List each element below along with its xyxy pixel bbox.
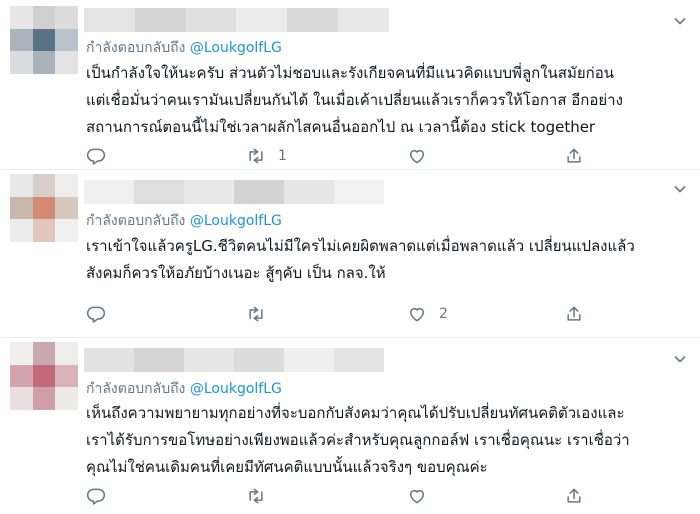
reply-tweet[interactable]: กำลังตอบกลับถึง @LoukgolfLG เห็นถึงความพ…	[0, 338, 700, 514]
share-button[interactable]	[564, 145, 584, 167]
like-button[interactable]	[407, 145, 439, 167]
avatar-pixel	[32, 174, 56, 197]
retweet-icon	[249, 306, 263, 322]
share-icon	[567, 306, 581, 321]
avatar-pixel	[55, 6, 78, 29]
avatar[interactable]	[10, 6, 78, 74]
avatar-pixel	[10, 364, 33, 388]
avatar-pixel	[10, 174, 33, 197]
tweet-text-line: เห็นถึงความพยายามทุกอย่างที่จะบอกกับสังค…	[86, 404, 625, 422]
tweet-text-line: เราได้รับการขอโทษอย่างเพียงพอแล้วค่ะสำหร…	[86, 431, 630, 449]
blurred-username[interactable]	[84, 8, 389, 32]
avatar[interactable]	[10, 174, 78, 242]
chevron-down-icon[interactable]	[674, 180, 686, 193]
share-icon	[567, 148, 581, 163]
replying-prefix: กำลังตอบกลับถึง	[86, 40, 186, 56]
chevron-down-icon[interactable]	[674, 350, 686, 363]
retweet-count: 1	[278, 148, 287, 164]
avatar-pixel	[10, 196, 33, 220]
tweet-text-line: สังคมก็ควรให้อภัยบ้างเนอะ สู้ๆคับ เป็น ก…	[86, 264, 386, 282]
avatar-pixel	[55, 28, 78, 52]
mention-link[interactable]: @LoukgolfLG	[190, 381, 282, 397]
tweet-actions	[86, 485, 596, 507]
avatar-pixel	[55, 342, 78, 365]
avatar-pixel	[55, 174, 78, 197]
share-icon	[567, 488, 581, 503]
avatar-pixel	[32, 387, 56, 410]
tweet-text-line: สถานการณ์ตอนนี้ไม่ใช่เวลาผลักไสคนอื่นออก…	[86, 118, 596, 136]
like-count: 2	[439, 306, 448, 322]
chevron-down-icon[interactable]	[674, 12, 686, 25]
avatar-pixel	[32, 219, 56, 242]
avatar-pixel	[32, 28, 56, 52]
tweet-text-line: คุณไม่ใช่คนเดิมคนที่เคยมีทัศนคติแบบนั้นแ…	[86, 458, 488, 476]
mention-link[interactable]: @LoukgolfLG	[190, 40, 282, 56]
like-button[interactable]: 2	[407, 303, 448, 325]
mention-link[interactable]: @LoukgolfLG	[190, 213, 282, 229]
avatar-pixel	[32, 364, 56, 388]
tweet-text: เราเข้าใจแล้วครูLG.ชีวิตคนไม่มีใครไม่เคย…	[86, 233, 680, 287]
reply-icon	[86, 306, 106, 323]
share-button[interactable]	[564, 303, 584, 325]
avatar-pixel	[55, 387, 78, 410]
reply-button[interactable]	[86, 145, 106, 167]
avatar-pixel	[10, 342, 33, 365]
avatar-pixel	[10, 387, 33, 410]
tweet-actions: 2	[86, 303, 596, 325]
avatar[interactable]	[10, 342, 78, 410]
heart-icon	[410, 308, 424, 322]
like-button[interactable]	[407, 485, 439, 507]
avatar-pixel	[32, 196, 56, 220]
share-button[interactable]	[564, 485, 584, 507]
replying-prefix: กำลังตอบกลับถึง	[86, 213, 186, 229]
reply-button[interactable]	[86, 485, 106, 507]
reply-icon	[86, 148, 106, 165]
avatar-pixel	[55, 364, 78, 388]
reply-feed: กำลังตอบกลับถึง @LoukgolfLG เป็นกำลังใจใ…	[0, 0, 700, 514]
retweet-icon	[249, 488, 263, 504]
tweet-text: เป็นกำลังใจให้นะครับ ส่วนตัวไม่ชอบและรัง…	[86, 60, 680, 141]
heart-icon	[410, 150, 424, 164]
tweet-text-line: แต่เชื่อมั่นว่าคนเรามันเปลี่ยนกันได้ ในเ…	[86, 91, 623, 109]
reply-icon	[86, 488, 106, 505]
replying-prefix: กำลังตอบกลับถึง	[86, 381, 186, 397]
replying-to: กำลังตอบกลับถึง @LoukgolfLG	[86, 210, 282, 232]
tweet-text-line: เราเข้าใจแล้วครูLG.ชีวิตคนไม่มีใครไม่เคย…	[86, 237, 635, 255]
retweet-button[interactable]	[246, 485, 278, 507]
reply-tweet[interactable]: กำลังตอบกลับถึง @LoukgolfLG เป็นกำลังใจใ…	[0, 0, 700, 170]
avatar-pixel	[10, 51, 33, 74]
replying-to: กำลังตอบกลับถึง @LoukgolfLG	[86, 37, 282, 59]
avatar-pixel	[55, 196, 78, 220]
avatar-pixel	[55, 219, 78, 242]
reply-tweet[interactable]: กำลังตอบกลับถึง @LoukgolfLG เราเข้าใจแล้…	[0, 170, 700, 338]
avatar-pixel	[10, 219, 33, 242]
avatar-pixel	[32, 51, 56, 74]
avatar-pixel	[32, 342, 56, 365]
reply-button[interactable]	[86, 303, 106, 325]
replying-to: กำลังตอบกลับถึง @LoukgolfLG	[86, 378, 282, 400]
retweet-icon	[249, 148, 263, 164]
blurred-username[interactable]	[84, 348, 384, 372]
tweet-text: เห็นถึงความพยายามทุกอย่างที่จะบอกกับสังค…	[86, 400, 680, 481]
avatar-pixel	[55, 51, 78, 74]
retweet-button[interactable]	[246, 303, 278, 325]
avatar-pixel	[10, 28, 33, 52]
retweet-button[interactable]: 1	[246, 145, 287, 167]
blurred-username[interactable]	[84, 180, 384, 204]
tweet-actions: 1	[86, 145, 596, 167]
avatar-pixel	[32, 6, 56, 29]
heart-icon	[410, 490, 424, 504]
tweet-text-line: เป็นกำลังใจให้นะครับ ส่วนตัวไม่ชอบและรัง…	[86, 64, 614, 82]
avatar-pixel	[10, 6, 33, 29]
